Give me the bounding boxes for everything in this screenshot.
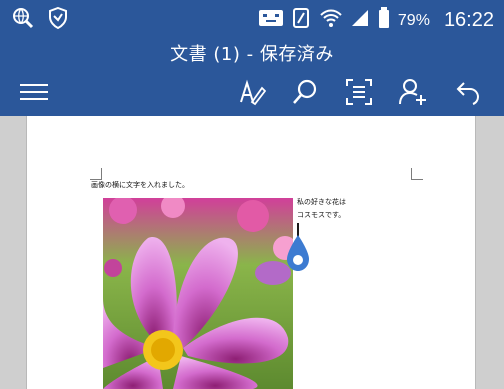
- battery-icon: [378, 7, 390, 34]
- margin-corner-top-right: [411, 168, 423, 180]
- focus-icon[interactable]: [341, 74, 377, 110]
- status-bar-right: 79% 16:22: [258, 7, 494, 34]
- document-line-1[interactable]: 画像の横に文字を入れました。: [91, 179, 189, 192]
- cosmos-flower-image[interactable]: [103, 198, 293, 389]
- document-canvas[interactable]: 画像の横に文字を入れました。 私の好きな花は コスモスです。: [0, 116, 504, 389]
- shield-icon: [48, 6, 68, 33]
- search-globe-icon: [12, 7, 34, 33]
- status-bar: 79% 16:22: [0, 0, 504, 36]
- wifi-icon: [320, 8, 342, 33]
- menu-icon[interactable]: [16, 74, 52, 110]
- cursor-handle-icon[interactable]: [285, 235, 311, 273]
- search-icon[interactable]: [287, 74, 323, 110]
- document-page[interactable]: 画像の横に文字を入れました。 私の好きな花は コスモスです。: [26, 116, 476, 389]
- signal-icon: [350, 8, 370, 33]
- battery-percent: 79%: [397, 11, 430, 29]
- pen-icon[interactable]: [234, 74, 270, 110]
- undo-icon[interactable]: [450, 74, 486, 110]
- document-title[interactable]: 文書 (1) - 保存済み: [0, 40, 504, 66]
- nfc-icon: [292, 7, 312, 34]
- app-bar: 文書 (1) - 保存済み: [0, 36, 504, 116]
- clock: 16:22: [443, 9, 494, 31]
- caption-line-1[interactable]: 私の好きな花は: [297, 196, 346, 209]
- caption-line-2[interactable]: コスモスです。: [297, 209, 345, 222]
- keyboard-icon: [258, 8, 284, 33]
- status-bar-left: [12, 6, 68, 33]
- add-user-icon[interactable]: [395, 74, 431, 110]
